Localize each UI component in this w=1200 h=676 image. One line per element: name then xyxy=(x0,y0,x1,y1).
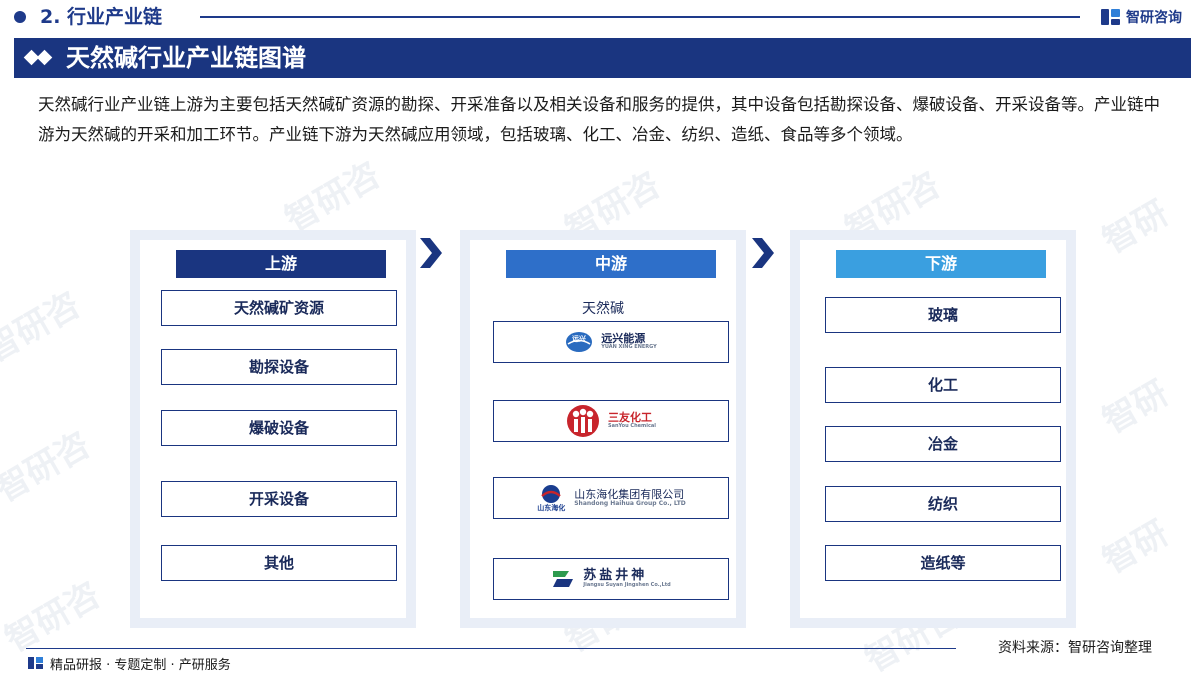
chevron-right-icon xyxy=(418,238,442,268)
footer-divider xyxy=(26,648,956,649)
intro-paragraph: 天然碱行业产业链上游为主要包括天然碱矿资源的勘探、开采准备以及相关设备和服务的提… xyxy=(38,95,1160,144)
midstream-subtitle: 天然碱 xyxy=(582,301,624,317)
downstream-item: 玻璃 xyxy=(825,297,1061,333)
haihua-logo-icon: 山东海化 xyxy=(536,483,566,513)
downstream-item: 造纸等 xyxy=(825,545,1061,581)
brand: 智研咨询 xyxy=(1100,6,1182,28)
downstream-panel: 下游 玻璃 化工 冶金 纺织 造纸等 xyxy=(790,230,1076,628)
watermark: 智研 xyxy=(1096,373,1176,442)
footer: 精品研报 · 专题定制 · 产研服务 xyxy=(28,654,231,673)
watermark: 智研咨 xyxy=(0,284,87,371)
divider xyxy=(200,16,1080,18)
brand-logo-icon xyxy=(1100,7,1122,27)
downstream-header: 下游 xyxy=(836,250,1046,278)
yuanxing-logo-icon: 远兴 xyxy=(566,332,593,352)
watermark: 智研 xyxy=(1096,513,1176,582)
upstream-item: 开采设备 xyxy=(161,481,397,517)
upstream-panel-body: 上游 天然碱矿资源 勘探设备 爆破设备 开采设备 其他 xyxy=(140,240,406,618)
downstream-item: 冶金 xyxy=(825,426,1061,462)
upstream-item: 其他 xyxy=(161,545,397,581)
watermark: 智研咨 xyxy=(278,154,387,241)
company-name-en: YUAN XING ENERGY xyxy=(601,344,657,351)
downstream-item: 纺织 xyxy=(825,486,1061,522)
company-name-en: Jiangsu Suyan Jingshen Co.,Ltd xyxy=(583,582,671,589)
upstream-header: 上游 xyxy=(176,250,386,278)
company-logo-box: 三友化工 SanYou Chemical xyxy=(493,400,729,442)
upstream-item: 爆破设备 xyxy=(161,410,397,446)
watermark: 智研 xyxy=(1096,193,1176,262)
suyan-logo-icon xyxy=(553,571,574,587)
footer-tagline: 精品研报 · 专题定制 · 产研服务 xyxy=(50,657,231,673)
midstream-header: 中游 xyxy=(506,250,716,278)
upstream-panel: 上游 天然碱矿资源 勘探设备 爆破设备 开采设备 其他 xyxy=(130,230,416,628)
company-logo-box: 山东海化 山东海化集团有限公司 Shandong Haihua Group Co… xyxy=(493,477,729,519)
company-name: 山东海化集团有限公司 xyxy=(574,487,685,501)
brand-name: 智研咨询 xyxy=(1126,10,1182,26)
title-banner: 天然碱行业产业链图谱 xyxy=(14,38,1191,78)
logo-mark-text: 远兴 xyxy=(572,334,586,343)
company-logo-box: 苏盐井神 Jiangsu Suyan Jingshen Co.,Ltd xyxy=(493,558,729,600)
watermark: 智研咨 xyxy=(0,424,97,511)
downstream-panel-body: 下游 玻璃 化工 冶金 纺织 造纸等 xyxy=(800,240,1066,618)
company-name-en: SanYou Chemical xyxy=(607,423,657,430)
chevron-right-icon xyxy=(750,238,774,268)
midstream-panel: 中游 天然碱 远兴 远兴能源 YUAN XING ENERGY 三友化工 San… xyxy=(460,230,746,628)
upstream-item: 勘探设备 xyxy=(161,349,397,385)
company-logo-box: 远兴 远兴能源 YUAN XING ENERGY xyxy=(493,321,729,363)
midstream-panel-body: 中游 天然碱 远兴 远兴能源 YUAN XING ENERGY 三友化工 San… xyxy=(470,240,736,618)
top-bar: 2. 行业产业链 智研咨询 xyxy=(0,0,1200,34)
company-name-en: Shandong Haihua Group Co., LTD xyxy=(574,499,686,507)
source-note: 资料来源：智研咨询整理 xyxy=(998,640,1152,656)
page-title: 天然碱行业产业链图谱 xyxy=(66,44,306,72)
bullet-dot-icon xyxy=(14,11,26,23)
downstream-item: 化工 xyxy=(825,367,1061,403)
brand-logo-icon xyxy=(28,656,44,670)
logo-mark-text: 山东海化 xyxy=(537,504,566,512)
diamond-icon xyxy=(23,49,54,66)
company-name: 苏盐井神 xyxy=(583,568,648,584)
upstream-item: 天然碱矿资源 xyxy=(161,290,397,326)
section-label: 2. 行业产业链 xyxy=(40,6,163,28)
sanyou-logo-icon xyxy=(566,405,599,437)
